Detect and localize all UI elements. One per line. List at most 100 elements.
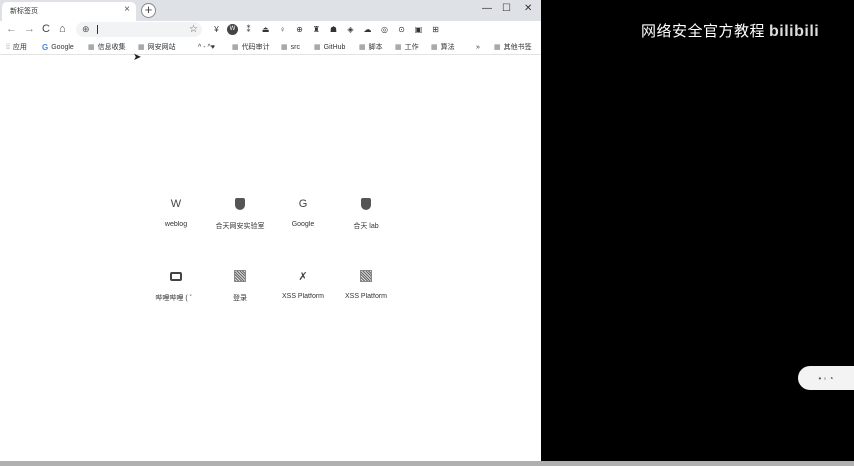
extension-icon[interactable]: ◎ <box>378 24 391 36</box>
extension-icon[interactable]: ⊞ <box>429 24 442 36</box>
shield-icon <box>356 194 376 214</box>
extension-icons: ¥ W ⁑ ⏏ ♀ ⊕ ♜ ☗ ◈ ☁ ◎ ⊙ ▣ ⊞ <box>210 24 442 36</box>
floating-widget-button[interactable]: • ◦ ◔ <box>798 366 854 390</box>
folder-icon: ▦ <box>314 44 321 51</box>
shortcut-tile[interactable]: 合天网安实验室 <box>204 188 276 248</box>
bookmark-label: 代码审计 <box>241 44 270 51</box>
shortcut-label: weblog <box>164 221 188 228</box>
bookmark-label: 其他书签 <box>503 44 532 51</box>
qr-icon <box>356 266 376 286</box>
extension-icon[interactable]: ♜ <box>310 24 323 36</box>
bookmark-google[interactable]: G Google <box>42 41 74 53</box>
folder-icon: ▦ <box>395 44 402 51</box>
reload-icon[interactable]: C <box>42 22 50 37</box>
qr-icon <box>230 266 250 286</box>
extension-icon[interactable]: ⊕ <box>293 24 306 36</box>
shortcut-label: XSS Platform <box>281 293 324 300</box>
extension-icon[interactable]: ⊙ <box>395 24 408 36</box>
shield-icon <box>230 194 250 214</box>
bookmark-label: ^ - ^♥ <box>198 43 215 51</box>
bookmark-label: Google <box>51 43 74 51</box>
bookmark-label: 脚本 <box>368 44 383 51</box>
bookmark-other[interactable]: ▦ 其他书签 <box>494 41 532 53</box>
extension-icon[interactable]: ¥ <box>210 24 223 36</box>
bookmark-folder[interactable]: ▦ 代码审计 <box>232 41 270 53</box>
bookmark-apps[interactable]: ⁞⁞ 应用 <box>6 41 27 53</box>
extension-icon[interactable]: ▣ <box>412 24 425 36</box>
bookmark-folder[interactable]: ▦ 网安网站 <box>138 41 176 53</box>
cross-icon: ✗ <box>298 270 308 283</box>
shortcut-label: 登录 <box>233 295 247 302</box>
bookmark-folder[interactable]: ▦ GitHub <box>314 41 345 53</box>
bookmark-folder[interactable]: ▦ 工作 <box>395 41 419 53</box>
google-icon: G <box>42 42 49 52</box>
bookmark-folder[interactable]: ▦ 算法 <box>431 41 455 53</box>
minimize-icon[interactable]: — <box>482 2 492 16</box>
shortcut-tile[interactable]: 合天 lab <box>330 188 402 248</box>
forward-icon[interactable]: → <box>24 22 35 37</box>
new-tab-button[interactable]: + <box>141 3 156 18</box>
bookmark-label: 信息收集 <box>97 44 126 51</box>
tab-new-tab[interactable]: 新标签页 × <box>2 2 136 21</box>
extension-icon[interactable]: ⏏ <box>259 24 272 36</box>
folder-icon: ▦ <box>494 44 501 51</box>
folder-icon: ▦ <box>138 44 145 51</box>
extension-icon[interactable]: ☗ <box>327 24 340 36</box>
shortcut-tile[interactable]: 登录 <box>204 260 276 320</box>
tab-close-icon[interactable]: × <box>124 4 130 16</box>
folder-icon: ▦ <box>431 44 438 51</box>
shortcut-label: XSS Platform <box>344 293 387 300</box>
shortcut-label: 哔哩哔哩 ( ゜ <box>155 295 197 302</box>
bottom-edge <box>0 461 854 466</box>
watermark-text: 网络安全官方教程 <box>641 23 766 40</box>
folder-icon: ▦ <box>281 44 288 51</box>
bookmark-folder[interactable]: ▦ 脚本 <box>359 41 383 53</box>
shortcut-tile[interactable]: ✗ XSS Platform <box>267 260 339 320</box>
toolbar: ← → C ⌂ ⊕ ☆ ¥ W ⁑ ⏏ ♀ ⊕ ♜ ☗ ◈ ☁ ◎ ⊙ ▣ ⊞ <box>0 21 541 39</box>
bookmark-folder[interactable]: ▦ 信息收集 <box>88 41 126 53</box>
shortcut-tile[interactable]: W weblog <box>140 188 212 248</box>
folder-icon: ▦ <box>232 44 239 51</box>
video-black-area: 网络安全官方教程 bilibili • ◦ ◔ <box>541 0 854 466</box>
bilibili-logo: bilibili <box>769 23 820 40</box>
bookmark-item[interactable]: ^ - ^♥ <box>198 41 215 53</box>
extension-icon[interactable]: ◈ <box>344 24 357 36</box>
extension-icon[interactable]: ☁ <box>361 24 374 36</box>
bookmark-label: 算法 <box>440 44 455 51</box>
watermark: 网络安全官方教程 bilibili <box>641 20 819 41</box>
extension-icon[interactable]: W <box>227 24 238 35</box>
shortcut-tile[interactable]: XSS Platform <box>330 260 402 320</box>
close-window-icon[interactable]: ✕ <box>524 2 532 16</box>
maximize-icon[interactable]: ☐ <box>502 2 511 16</box>
bookmark-folder[interactable]: ▦ src <box>281 41 300 53</box>
bookmarks-overflow-button[interactable]: » <box>476 41 480 53</box>
bookmark-label: GitHub <box>323 43 346 51</box>
bookmark-label: 应用 <box>12 44 27 51</box>
bookmark-label: src <box>290 43 300 51</box>
bookmark-label: 工作 <box>404 44 419 51</box>
bookmark-label: » <box>476 43 480 51</box>
folder-icon: ▦ <box>359 44 366 51</box>
tv-icon <box>166 266 186 286</box>
shortcut-label: 合天 lab <box>353 223 379 230</box>
shortcut-label: Google <box>291 221 315 228</box>
bookmark-star-icon[interactable]: ☆ <box>189 22 198 37</box>
bookmark-label: 网安网站 <box>147 44 176 51</box>
folder-icon: ▦ <box>88 44 95 51</box>
tab-strip: 新标签页 × + — ☐ ✕ <box>0 0 541 21</box>
weblog-icon: W <box>170 198 182 210</box>
back-icon[interactable]: ← <box>6 22 17 37</box>
apps-icon: ⁞⁞ <box>6 43 10 51</box>
tab-title: 新标签页 <box>10 8 38 15</box>
extension-icon[interactable]: ⁑ <box>242 24 255 36</box>
google-icon: G <box>298 198 308 210</box>
home-icon[interactable]: ⌂ <box>59 22 66 37</box>
shortcut-tile[interactable]: G Google <box>267 188 339 248</box>
address-bar[interactable]: ⊕ ☆ <box>76 22 202 37</box>
extension-icon[interactable]: ♀ <box>276 24 289 36</box>
text-caret <box>97 25 98 34</box>
search-icon: ⊕ <box>82 24 90 34</box>
shortcut-label: 合天网安实验室 <box>215 223 265 230</box>
shortcut-tile[interactable]: 哔哩哔哩 ( ゜ <box>140 260 212 320</box>
bookmarks-bar: ⁞⁞ 应用 G Google ▦ 信息收集 ▦ 网安网站 ^ - ^♥ ▦ 代码审计 ▦ s… <box>0 39 541 55</box>
